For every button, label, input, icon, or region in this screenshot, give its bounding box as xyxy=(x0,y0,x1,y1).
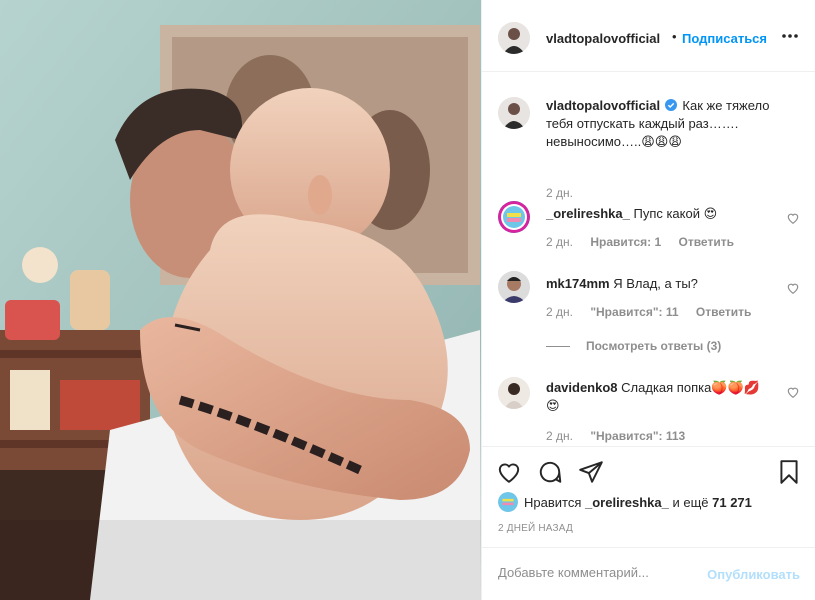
post-header: vladtopalovofficial • Подписаться xyxy=(482,0,815,72)
follow-button[interactable]: Подписаться xyxy=(682,31,767,46)
verified-badge-icon xyxy=(664,99,677,111)
view-replies-label: Посмотреть ответы (3) xyxy=(586,339,722,353)
comment-body: Я Влад, а ты? xyxy=(613,276,698,291)
comment-reply-button[interactable]: Ответить xyxy=(679,235,734,249)
caption-text: vladtopalovofficial Как же тяжело тебя о… xyxy=(546,97,772,151)
comment-like-heart-icon[interactable] xyxy=(786,281,800,295)
comment-text: davidenko8 Сладкая попка🍑🍑💋 😍 xyxy=(546,379,772,415)
avatar-image xyxy=(498,377,530,409)
comment-like-heart-icon[interactable] xyxy=(786,385,800,399)
view-replies-button[interactable]: Посмотреть ответы (3) xyxy=(546,339,721,353)
likes-summary[interactable]: Нравится _orelireshka_ и ещё 71 271 xyxy=(498,492,800,514)
instagram-post: vladtopalovofficial • Подписаться vladto… xyxy=(0,0,815,600)
comment-text: mk174mm Я Влад, а ты? xyxy=(546,275,772,293)
caption-time[interactable]: 2 дн. xyxy=(546,186,573,200)
comment-text: _orelireshka_ Пупс какой 😍 xyxy=(546,205,772,223)
comment-reply-button[interactable]: Ответить xyxy=(696,305,751,319)
share-icon[interactable] xyxy=(578,459,604,485)
post-photo-illustration xyxy=(0,0,481,600)
comment-meta: 2 дн. "Нравится": 113 xyxy=(546,429,699,443)
comment-body: Пупс какой 😍 xyxy=(633,206,718,221)
comment-item: davidenko8 Сладкая попка🍑🍑💋 😍 2 дн. "Нра… xyxy=(498,375,800,445)
likes-count[interactable]: 71 271 xyxy=(712,495,752,510)
likes-prefix: Нравится xyxy=(524,495,582,510)
comment-meta: 2 дн. "Нравится": 11 Ответить xyxy=(546,305,765,319)
post-caption: vladtopalovofficial Как же тяжело тебя о… xyxy=(498,93,800,200)
likes-user[interactable]: _orelireshka_ xyxy=(585,495,669,510)
caption-meta: 2 дн. xyxy=(546,186,587,200)
comment-time[interactable]: 2 дн. xyxy=(546,429,573,443)
comment-username[interactable]: mk174mm xyxy=(546,276,610,291)
comments-list[interactable]: vladtopalovofficial Как же тяжело тебя о… xyxy=(482,73,815,445)
author-username[interactable]: vladtopalovofficial xyxy=(546,31,660,46)
commenter-avatar[interactable] xyxy=(498,201,530,233)
caption-username[interactable]: vladtopalovofficial xyxy=(546,98,660,113)
comment-icon[interactable] xyxy=(537,459,563,485)
comment-item: mk174mm Я Влад, а ты? 2 дн. "Нравится": … xyxy=(498,269,800,319)
avatar-image xyxy=(498,97,530,129)
post-actions-bar xyxy=(482,446,815,496)
avatar-image xyxy=(498,22,530,54)
likes-text: Нравится _orelireshka_ и ещё 71 271 xyxy=(524,495,752,510)
bookmark-icon[interactable] xyxy=(776,459,802,485)
post-date[interactable]: 2 дней назад xyxy=(498,523,573,534)
comment-likes[interactable]: "Нравится": 11 xyxy=(590,305,678,319)
add-comment-bar: Опубликовать xyxy=(482,547,815,600)
liker-avatar[interactable] xyxy=(498,492,518,512)
post-photo[interactable] xyxy=(0,0,481,600)
avatar-image xyxy=(498,492,518,512)
avatar-image xyxy=(498,201,530,233)
author-avatar[interactable] xyxy=(498,22,530,54)
commenter-avatar[interactable] xyxy=(498,271,530,303)
likes-suffix: и ещё xyxy=(672,495,709,510)
comment-item: _orelireshka_ Пупс какой 😍 2 дн. Нравитс… xyxy=(498,199,800,249)
comment-meta: 2 дн. Нравится: 1 Ответить xyxy=(546,235,748,249)
commenter-avatar[interactable] xyxy=(498,377,530,409)
caption-avatar[interactable] xyxy=(498,97,530,129)
comment-time[interactable]: 2 дн. xyxy=(546,235,573,249)
comment-likes[interactable]: Нравится: 1 xyxy=(590,235,661,249)
comment-username[interactable]: _orelireshka_ xyxy=(546,206,630,221)
comment-time[interactable]: 2 дн. xyxy=(546,305,573,319)
post-sidebar: vladtopalovofficial • Подписаться vladto… xyxy=(481,0,815,600)
publish-button[interactable]: Опубликовать xyxy=(707,567,800,582)
heart-icon[interactable] xyxy=(496,459,522,485)
avatar-image xyxy=(498,271,530,303)
replies-divider-line xyxy=(546,346,570,348)
comment-input[interactable] xyxy=(498,565,698,580)
comment-likes[interactable]: "Нравится": 113 xyxy=(590,429,685,443)
comment-like-heart-icon[interactable] xyxy=(786,211,800,225)
separator-dot: • xyxy=(672,29,677,44)
comment-username[interactable]: davidenko8 xyxy=(546,380,618,395)
more-horizontal-icon[interactable] xyxy=(780,26,800,46)
